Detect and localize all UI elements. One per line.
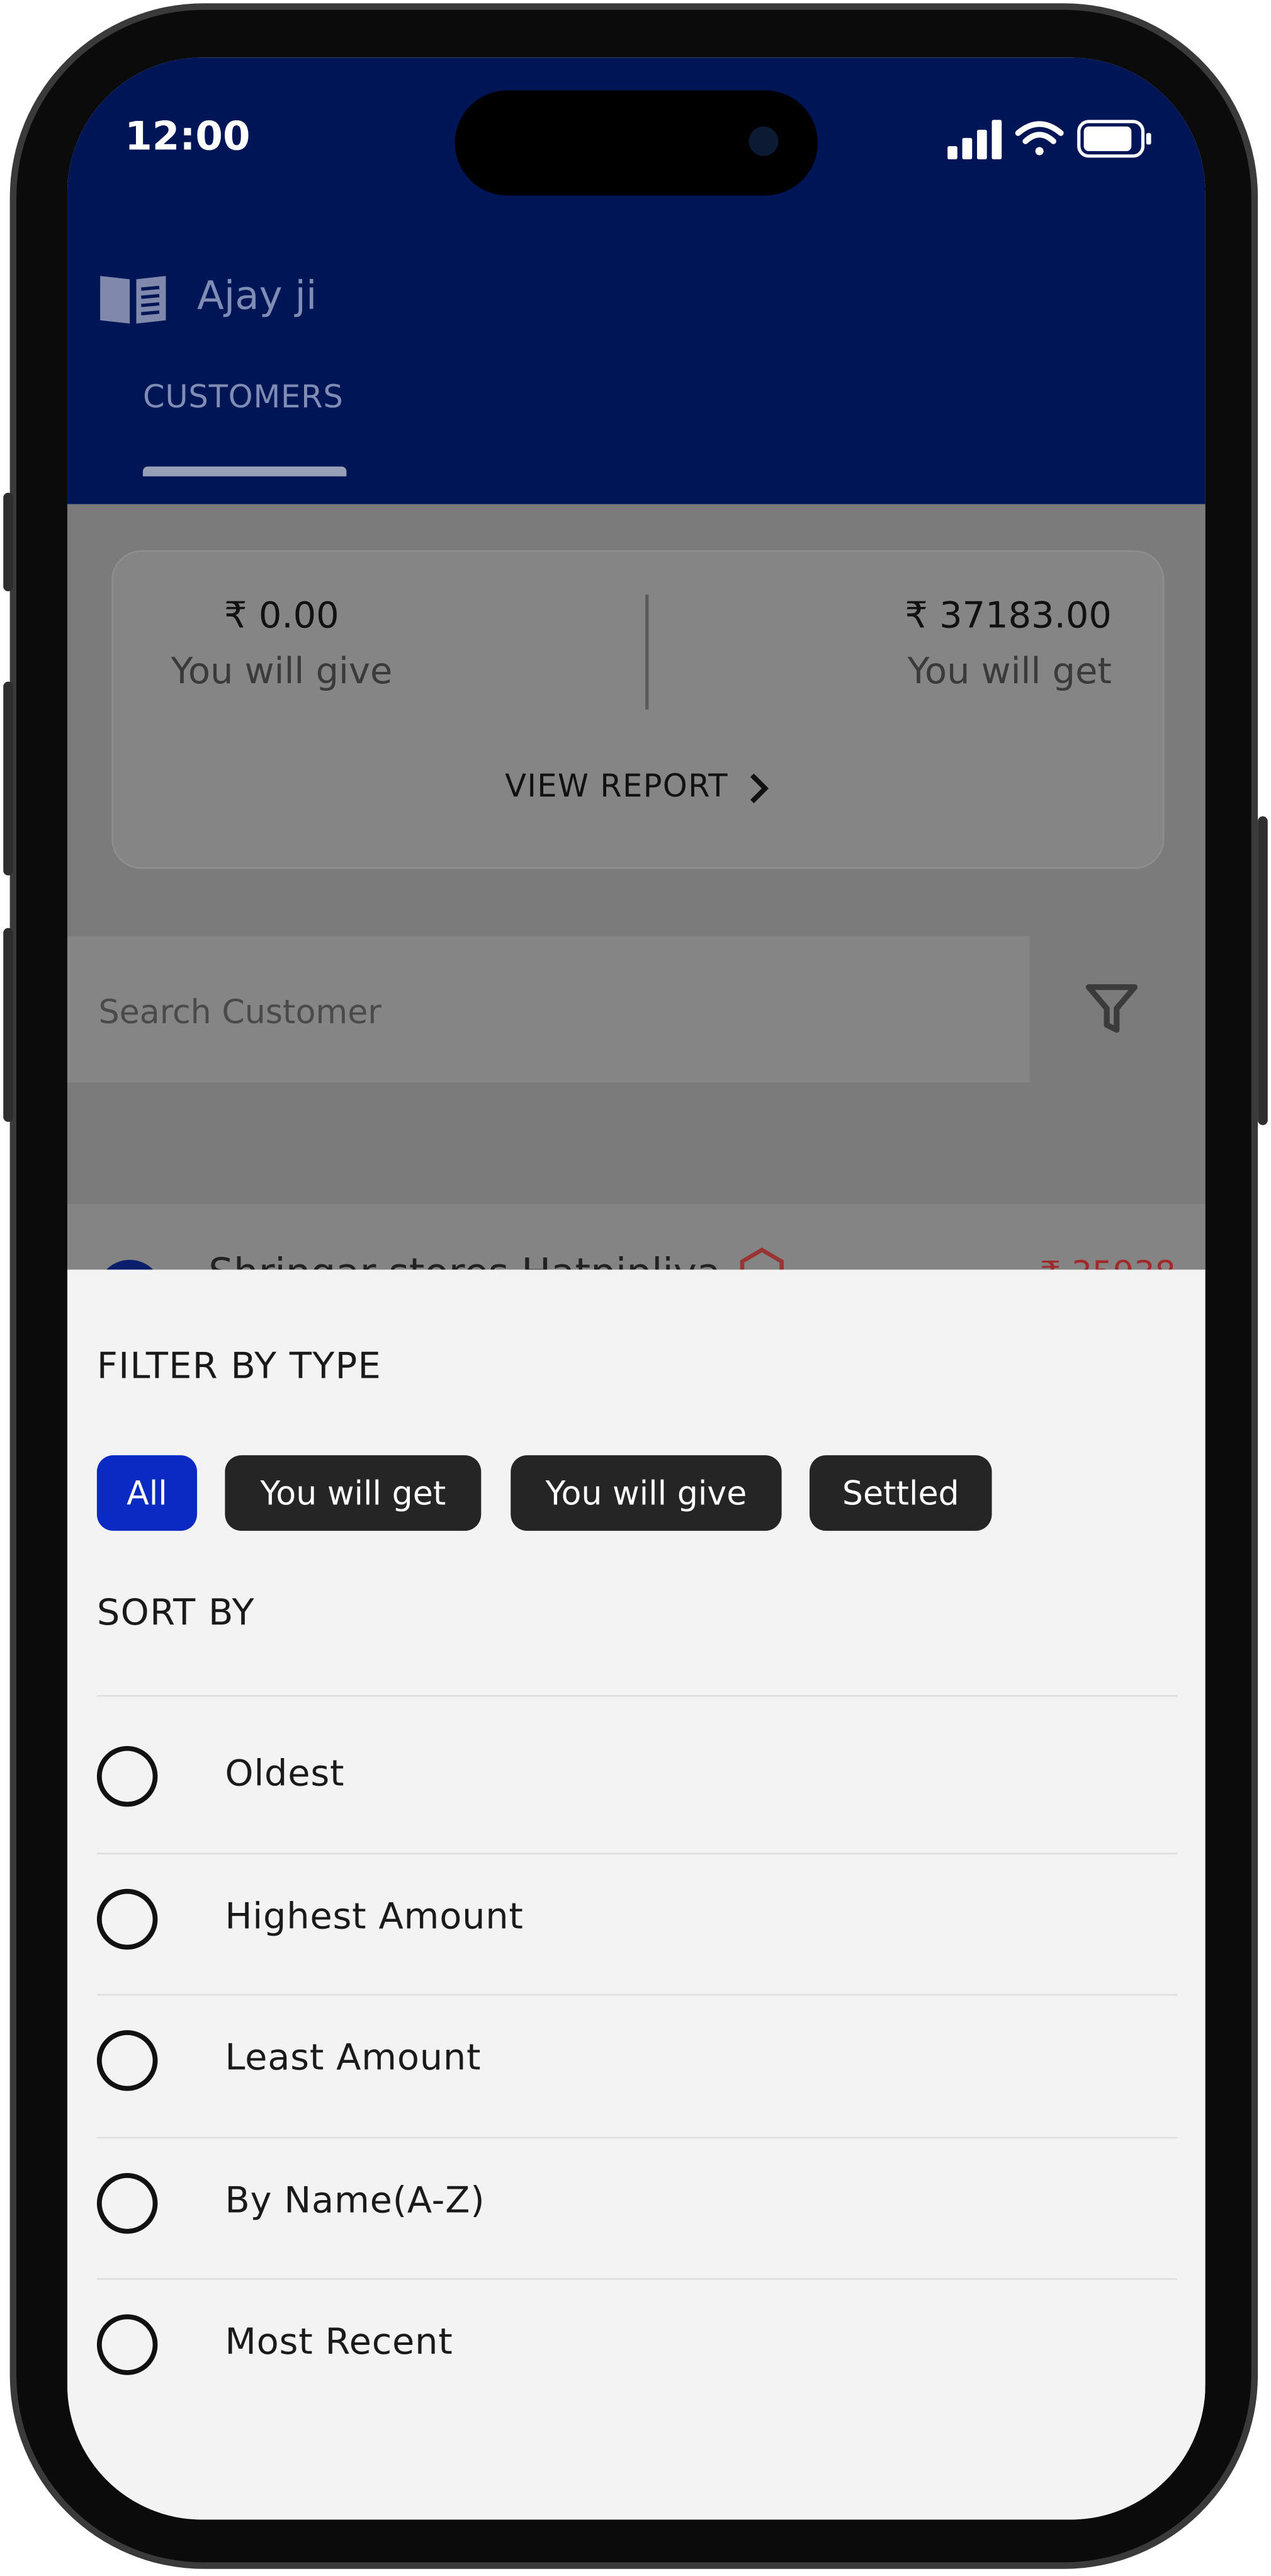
view-report-button[interactable]: VIEW REPORT [113,769,1163,805]
search-input[interactable] [95,936,1022,1086]
chip-all[interactable]: All [96,1455,198,1531]
ledger-book-icon [100,276,166,324]
chevron-right-icon [751,773,770,803]
radio-button[interactable] [96,2173,158,2234]
divider [96,1694,1178,1697]
sort-option-highest-amount[interactable]: Highest Amount [96,1853,1177,1994]
customer-name: Shringar stores Hatpipliya [208,1250,721,1269]
screen: 12:00 Ajay ji CUSTOMERS ₹ 0.00 You will … [67,57,1206,2520]
signal-icon [947,120,1002,160]
summary-divider [645,594,649,710]
sort-option-most-recent[interactable]: Most Recent [96,2278,1177,2419]
canvas: 12:00 Ajay ji CUSTOMERS ₹ 0.00 You will … [0,0,1271,2576]
tab-customers[interactable]: CUSTOMERS [143,380,344,416]
filter-icon[interactable] [1084,980,1140,1036]
battery-icon [1077,120,1151,158]
sort-option-label: Least Amount [225,2038,482,2080]
radio-button[interactable] [96,2030,158,2091]
side-button-volume-down [3,928,13,1122]
customer-amount: ₹ 35938 [1040,1253,1176,1269]
get-label: You will get [907,652,1112,693]
sort-option-label: Oldest [225,1754,345,1796]
app-header: 12:00 Ajay ji CUSTOMERS [67,57,1206,504]
sort-option-label: By Name(A-Z) [225,2181,485,2223]
dimmed-content: ₹ 0.00 You will give ₹ 37183.00 You will… [67,504,1206,1270]
chip-settled[interactable]: Settled [809,1455,992,1531]
sort-title: SORT BY [96,1593,255,1635]
radio-button[interactable] [96,2314,158,2375]
store-icon [740,1247,784,1270]
sort-option-label: Most Recent [225,2322,453,2364]
view-report-label: VIEW REPORT [505,768,728,805]
filter-title: FILTER BY TYPE [96,1346,382,1388]
dynamic-island [455,90,818,196]
filter-bottom-sheet: FILTER BY TYPE All You will get You will… [67,1269,1206,2520]
side-button-volume-up [3,681,13,876]
sort-option-oldest[interactable]: Oldest [96,1710,1177,1851]
give-label: You will give [171,652,393,693]
radio-button[interactable] [96,1888,158,1950]
radio-button[interactable] [96,1745,158,1807]
status-time: 12:00 [125,113,251,160]
chip-you-will-give[interactable]: You will give [511,1455,782,1531]
sort-option-by-name[interactable]: By Name(A-Z) [96,2137,1177,2278]
sort-option-least-amount[interactable]: Least Amount [96,1994,1177,2135]
search-box [67,936,1030,1086]
phone-scaler: 12:00 Ajay ji CUSTOMERS ₹ 0.00 You will … [0,0,1271,2575]
give-amount: ₹ 0.00 [224,596,339,638]
status-icons [947,120,1151,160]
camera-icon [748,126,779,156]
business-name[interactable]: Ajay ji [197,273,317,319]
get-amount: ₹ 37183.00 [905,596,1112,638]
avatar [96,1259,163,1270]
tab-indicator [142,466,347,477]
sort-option-label: Highest Amount [225,1897,524,1939]
summary-card: ₹ 0.00 You will give ₹ 37183.00 You will… [111,550,1165,869]
customer-row[interactable]: Shringar stores Hatpipliya ₹ 35938 [67,1204,1206,1270]
chip-you-will-get[interactable]: You will get [225,1455,482,1531]
wifi-icon [1015,121,1064,156]
side-button-power [1258,816,1268,1125]
side-button-action [3,492,13,592]
